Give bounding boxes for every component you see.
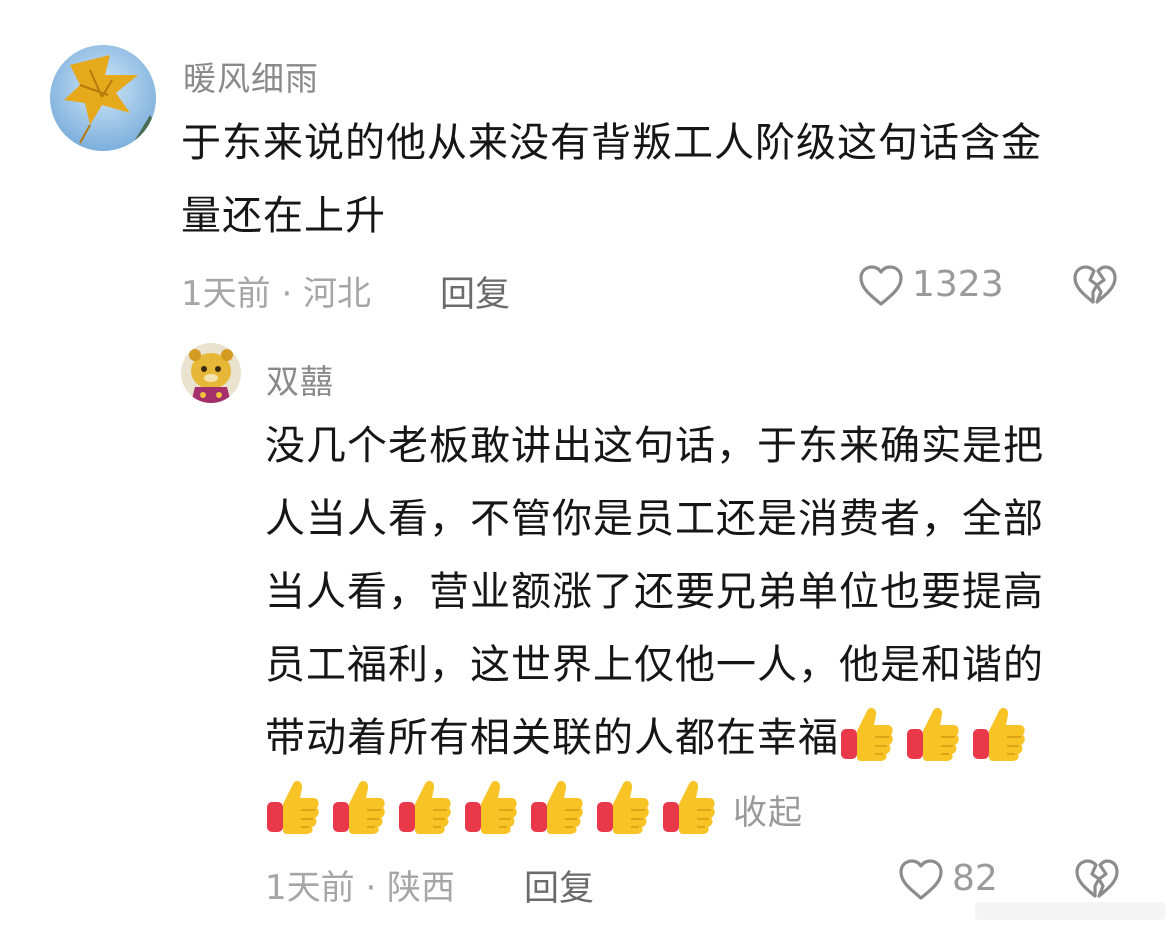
heart-outline-icon[interactable] — [898, 858, 944, 902]
comment-text-line: 员工福利，这世界上仅他一人，他是和谐的 — [265, 642, 1044, 688]
thumbs-up-emoji-icon — [463, 776, 519, 836]
thumbs-up-emoji-icon — [905, 703, 961, 763]
comment-author[interactable]: 双囍 — [266, 355, 334, 403]
comment-text-line: 量还在上升 — [181, 193, 386, 239]
heart-outline-icon[interactable] — [858, 264, 904, 308]
collapse-button[interactable]: 收起 — [733, 793, 803, 833]
watermark — [975, 898, 1165, 924]
emoji-group — [265, 775, 727, 848]
broken-heart-icon[interactable] — [1072, 264, 1118, 308]
thumbs-up-emoji-icon — [971, 703, 1027, 763]
comment-text-line: 没几个老板敢讲出这句话，于东来确实是把 — [265, 423, 1044, 469]
tiger-avatar-icon — [181, 343, 241, 403]
comment-meta: 1天前 · 河北 — [181, 274, 372, 314]
thumbs-up-emoji-icon — [595, 776, 651, 836]
thumbs-up-emoji-icon — [331, 776, 387, 836]
comment-text-line: 于东来说的他从来没有背叛工人阶级这句话含金 — [181, 120, 1042, 166]
thumbs-up-emoji-icon — [529, 776, 585, 836]
broken-heart-icon[interactable] — [1074, 858, 1120, 902]
thumbs-up-emoji-icon — [839, 703, 895, 763]
reply-button[interactable]: 回复 — [440, 266, 510, 317]
comment-text: 于东来说的他从来没有背叛工人阶级这句话含金 量还在上升 — [181, 107, 1141, 253]
autumn-leaf-avatar-icon — [50, 45, 156, 151]
comment-meta: 1天前 · 陕西 — [265, 868, 456, 908]
comment-author[interactable]: 暖风细雨 — [183, 52, 319, 100]
thumbs-up-emoji-icon — [265, 776, 321, 836]
thumbs-up-emoji-icon — [661, 776, 717, 836]
avatar[interactable] — [181, 343, 241, 403]
comment-text-line: 带动着所有相关联的人都在幸福 — [265, 702, 1145, 775]
comment-text: 没几个老板敢讲出这句话，于东来确实是把 人当人看，不管你是员工还是消费者，全部 … — [265, 410, 1145, 850]
like-count: 1323 — [912, 264, 1004, 305]
avatar[interactable] — [50, 45, 156, 151]
comment-text-line: 当人看，营业额涨了还要兄弟单位也要提高 — [265, 569, 1044, 615]
reply-button[interactable]: 回复 — [524, 860, 594, 911]
like-count: 82 — [952, 858, 998, 899]
comment-text-line: 人当人看，不管你是员工还是消费者，全部 — [265, 496, 1044, 542]
thumbs-up-emoji-icon — [397, 776, 453, 836]
comment-text-line: 收起 — [265, 775, 1145, 850]
comment-text-fragment: 带动着所有相关联的人都在幸福 — [265, 715, 839, 761]
emoji-group — [839, 702, 1037, 775]
